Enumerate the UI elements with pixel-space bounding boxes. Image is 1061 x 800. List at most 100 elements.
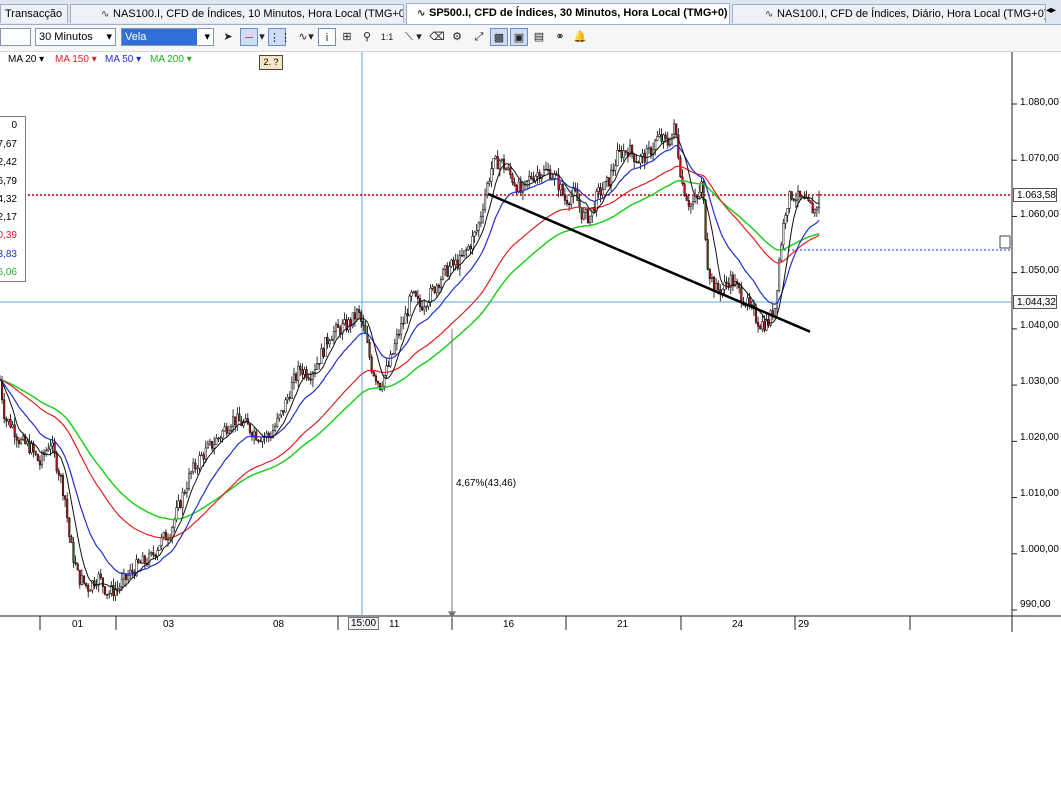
candle-body	[578, 200, 581, 208]
candle-body	[194, 462, 197, 469]
zoom-icon[interactable]: ⚲	[358, 28, 376, 46]
candle-body	[297, 365, 300, 381]
candle-body	[160, 536, 163, 546]
candle-body	[500, 158, 503, 162]
candle-body	[225, 426, 228, 434]
zoom-fit-icon[interactable]: ⊞	[338, 28, 356, 46]
eraser-icon[interactable]: ⌫	[428, 28, 446, 46]
tab-sp500-30min[interactable]: ∿ SP500.I, CFD de Índices, 30 Minutos, Ho…	[406, 3, 730, 24]
ratio-button[interactable]: 1:1	[378, 28, 396, 46]
candle-body	[97, 573, 100, 586]
candle-body	[788, 191, 791, 209]
overlay-icon[interactable]: ▣	[510, 28, 528, 46]
candle-body	[355, 309, 359, 320]
candle-body	[408, 295, 411, 317]
symbol-field[interactable]	[0, 28, 31, 46]
candle-body	[76, 563, 79, 571]
chart-type-select[interactable]: Vela ▾	[121, 28, 214, 46]
candle-body	[496, 156, 499, 170]
tab-transaction[interactable]: Transacção	[0, 4, 68, 23]
indicator-icon[interactable]: ▩	[490, 28, 508, 46]
tab-scroll-arrows[interactable]: ◂▸	[1046, 5, 1056, 16]
candle-body	[616, 149, 619, 166]
candle-body	[11, 424, 14, 428]
candle-body	[708, 269, 711, 279]
candle-body	[452, 259, 455, 266]
chevron-down-icon[interactable]: ▾	[257, 28, 267, 46]
candle-body	[725, 281, 728, 284]
autoscale-icon[interactable]: ⤢	[470, 28, 488, 46]
tab-nas100-daily[interactable]: ∿ NAS100.I, CFD de Índices, Diário, Hora …	[732, 4, 1046, 23]
candle-body	[162, 532, 165, 538]
candle-body	[185, 488, 188, 494]
candle-body	[232, 416, 235, 427]
candle-body	[368, 342, 371, 358]
crosshair-line-icon[interactable]: ─	[240, 28, 258, 46]
candle-body	[460, 254, 464, 257]
candle-body	[265, 432, 268, 437]
chevron-down-icon: ▾	[106, 31, 112, 43]
candle-body	[206, 443, 209, 449]
alert-bell-icon[interactable]: 🔔	[571, 28, 589, 46]
candle-body	[763, 321, 766, 331]
candle-body	[64, 495, 67, 500]
candle-body	[72, 542, 75, 563]
candle-body	[208, 441, 212, 445]
candle-body	[475, 230, 478, 233]
candle-body	[175, 507, 178, 520]
chevron-down-icon[interactable]: ▾	[414, 28, 424, 46]
candle-body	[641, 152, 644, 157]
candle-body	[49, 445, 52, 450]
trendline[interactable]	[487, 192, 811, 333]
candle-body	[568, 203, 571, 205]
candle-body	[754, 308, 758, 323]
candle-body	[257, 439, 260, 442]
price-chart[interactable]	[0, 52, 1061, 632]
candle-body	[59, 474, 62, 477]
info-icon[interactable]: i	[318, 28, 336, 46]
candle-body	[223, 426, 226, 432]
candle-body	[70, 536, 73, 543]
candle-body	[790, 191, 793, 200]
tab-nas100-10min[interactable]: ∿ NAS100.I, CFD de Índices, 10 Minutos, H…	[70, 4, 404, 23]
candle-body	[364, 325, 367, 334]
candle-body	[492, 158, 495, 169]
candle-body	[427, 302, 430, 307]
candle-body	[809, 200, 812, 204]
candle-body	[303, 369, 306, 375]
candle-body	[173, 519, 176, 528]
expand-icon[interactable]: ▤	[530, 28, 548, 46]
candle-body	[528, 175, 531, 181]
chevron-down-icon: ▾	[204, 31, 210, 43]
candle-body	[740, 287, 743, 303]
candle-body	[200, 454, 203, 457]
candle-body	[387, 365, 390, 367]
link-icon[interactable]: ⚭	[551, 28, 569, 46]
alert-marker-icon[interactable]	[999, 235, 1011, 249]
candles	[0, 119, 821, 601]
timeframe-select[interactable]: 30 Minutos ▾	[35, 28, 116, 46]
candle-body	[276, 417, 279, 427]
candle-body	[122, 573, 125, 580]
candle-body	[759, 326, 762, 330]
candle-body	[229, 426, 233, 431]
grid-dots-icon[interactable]: ⋮⋮	[268, 28, 291, 46]
data-value: 7,67	[0, 139, 17, 150]
candle-body	[748, 297, 751, 305]
candle-body	[78, 569, 81, 585]
chevron-down-icon[interactable]: ▾	[306, 28, 316, 46]
candle-body	[51, 442, 54, 447]
candle-body	[215, 437, 218, 445]
candle-body	[402, 323, 405, 325]
candle-body	[710, 276, 713, 279]
cursor-arrow-icon[interactable]: ➤	[219, 28, 237, 46]
candle-body	[127, 575, 130, 580]
candle-body	[358, 309, 361, 313]
candle-body	[334, 324, 338, 332]
crosshair-price-label: 1.044,32	[1013, 295, 1057, 309]
candle-body	[391, 353, 394, 355]
data-value: 2,42	[0, 157, 17, 168]
candle-body	[515, 185, 518, 193]
template-icon[interactable]: ⚙	[448, 28, 466, 46]
candle-body	[101, 577, 104, 587]
